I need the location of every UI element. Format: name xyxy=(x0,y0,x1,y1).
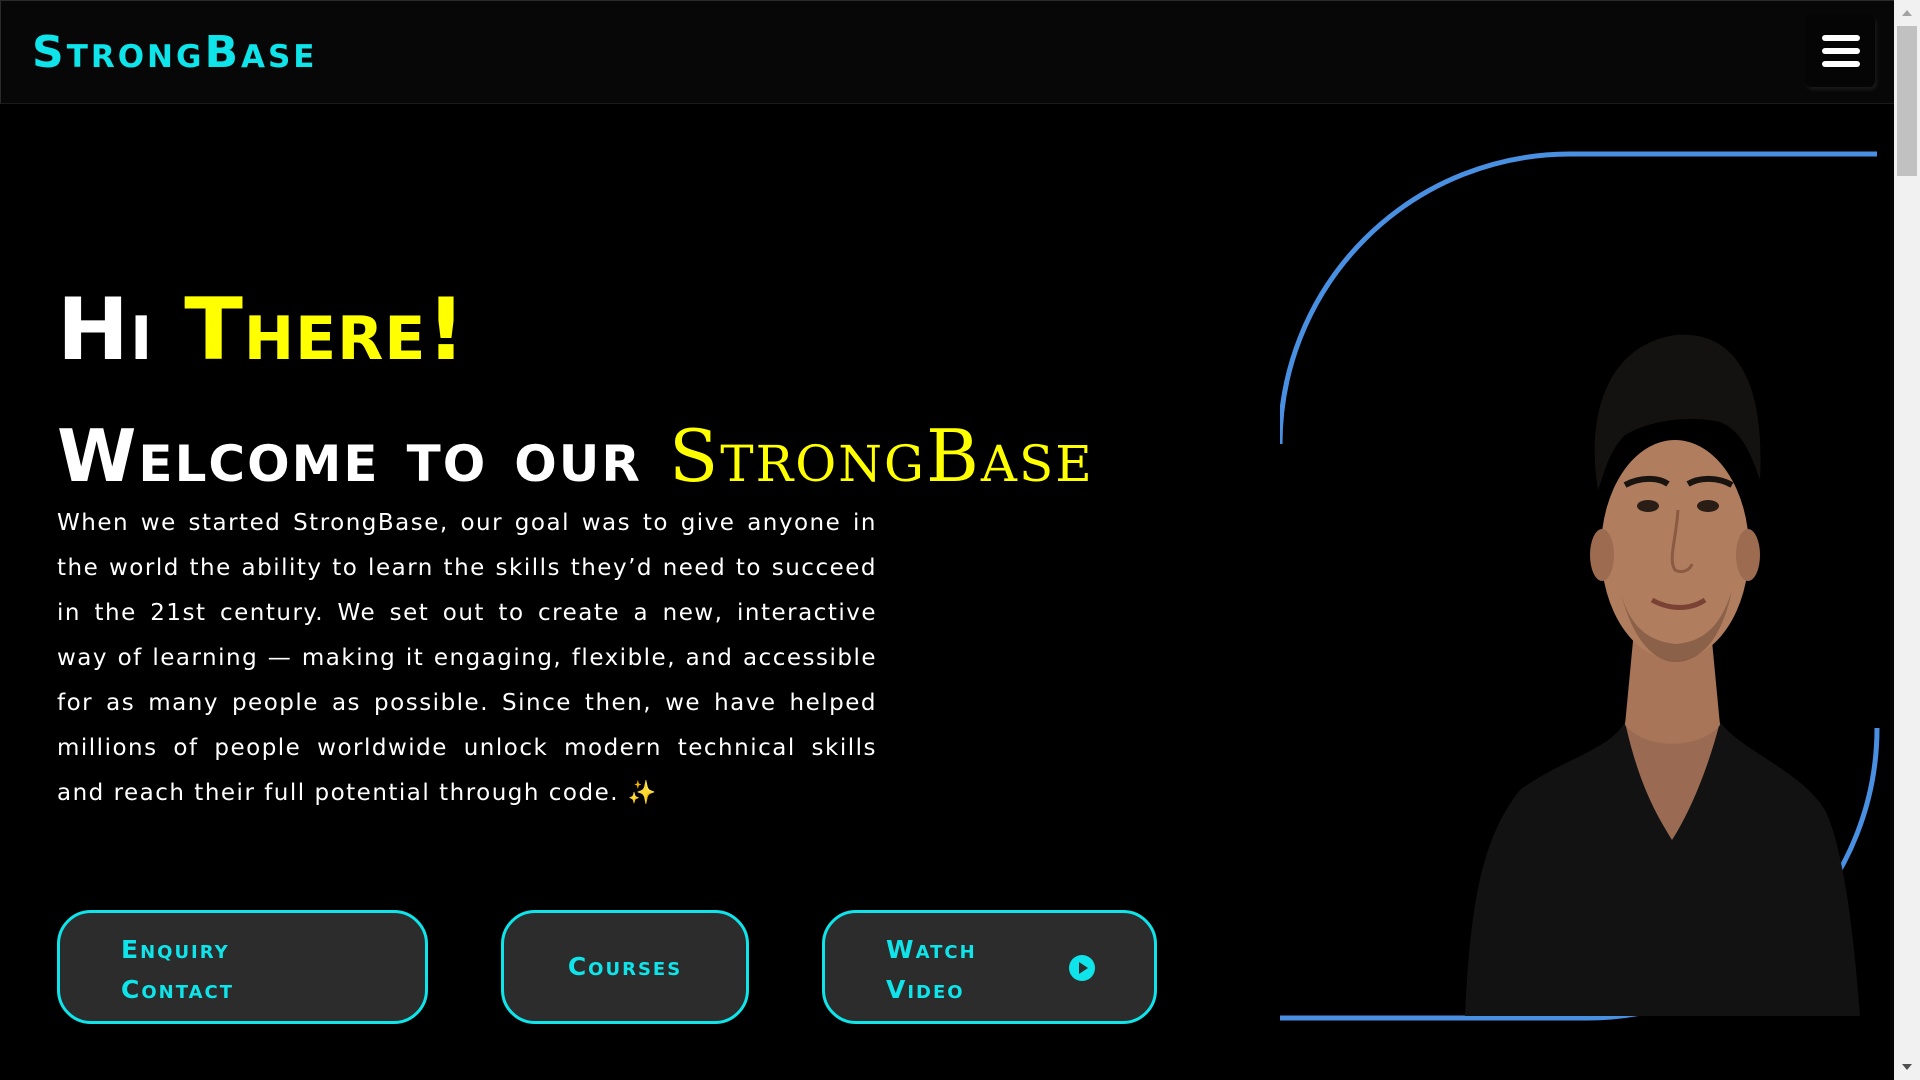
welcome-heading: Welcome to our StrongBase xyxy=(57,412,1094,500)
portrait-illustration xyxy=(1280,151,1880,1021)
hamburger-menu-icon[interactable] xyxy=(1805,15,1875,87)
play-circle-icon xyxy=(1069,955,1095,981)
scroll-up-arrow-icon[interactable] xyxy=(1902,10,1912,16)
page: StrongBase Hi There! Welcome to our Stro… xyxy=(0,0,1920,1080)
navbar: StrongBase xyxy=(0,0,1894,104)
person-eye xyxy=(1637,500,1659,512)
watch-video-button[interactable]: Watch Video xyxy=(822,910,1157,1024)
vertical-scrollbar[interactable] xyxy=(1894,0,1920,1080)
brand-logo[interactable]: StrongBase xyxy=(32,27,317,79)
enquiry-contact-button[interactable]: Enquiry Contact xyxy=(57,910,428,1024)
welcome-highlight: StrongBase xyxy=(668,413,1094,498)
courses-label: Courses xyxy=(567,952,683,981)
scroll-thumb[interactable] xyxy=(1897,26,1917,176)
menu-bar-line xyxy=(1822,48,1860,54)
intro-paragraph: When we started StrongBase, our goal was… xyxy=(57,510,877,806)
scroll-down-arrow-icon[interactable] xyxy=(1902,1064,1912,1070)
person-ear xyxy=(1590,529,1614,581)
person-ear xyxy=(1736,529,1760,581)
greeting-prefix: Hi xyxy=(57,279,154,380)
enquiry-contact-label: Enquiry Contact xyxy=(121,935,235,1004)
welcome-prefix: Welcome to our xyxy=(57,413,642,498)
person-face xyxy=(1601,440,1749,660)
person-eye xyxy=(1697,500,1719,512)
hero-greeting: Hi There! xyxy=(57,280,467,380)
hero-portrait xyxy=(1280,150,1880,1022)
courses-button[interactable]: Courses xyxy=(501,910,749,1024)
menu-bar-line xyxy=(1822,61,1860,67)
greeting-highlight: There! xyxy=(184,279,467,380)
watch-video-label: Watch Video xyxy=(886,935,977,1004)
menu-bar-line xyxy=(1822,35,1860,41)
